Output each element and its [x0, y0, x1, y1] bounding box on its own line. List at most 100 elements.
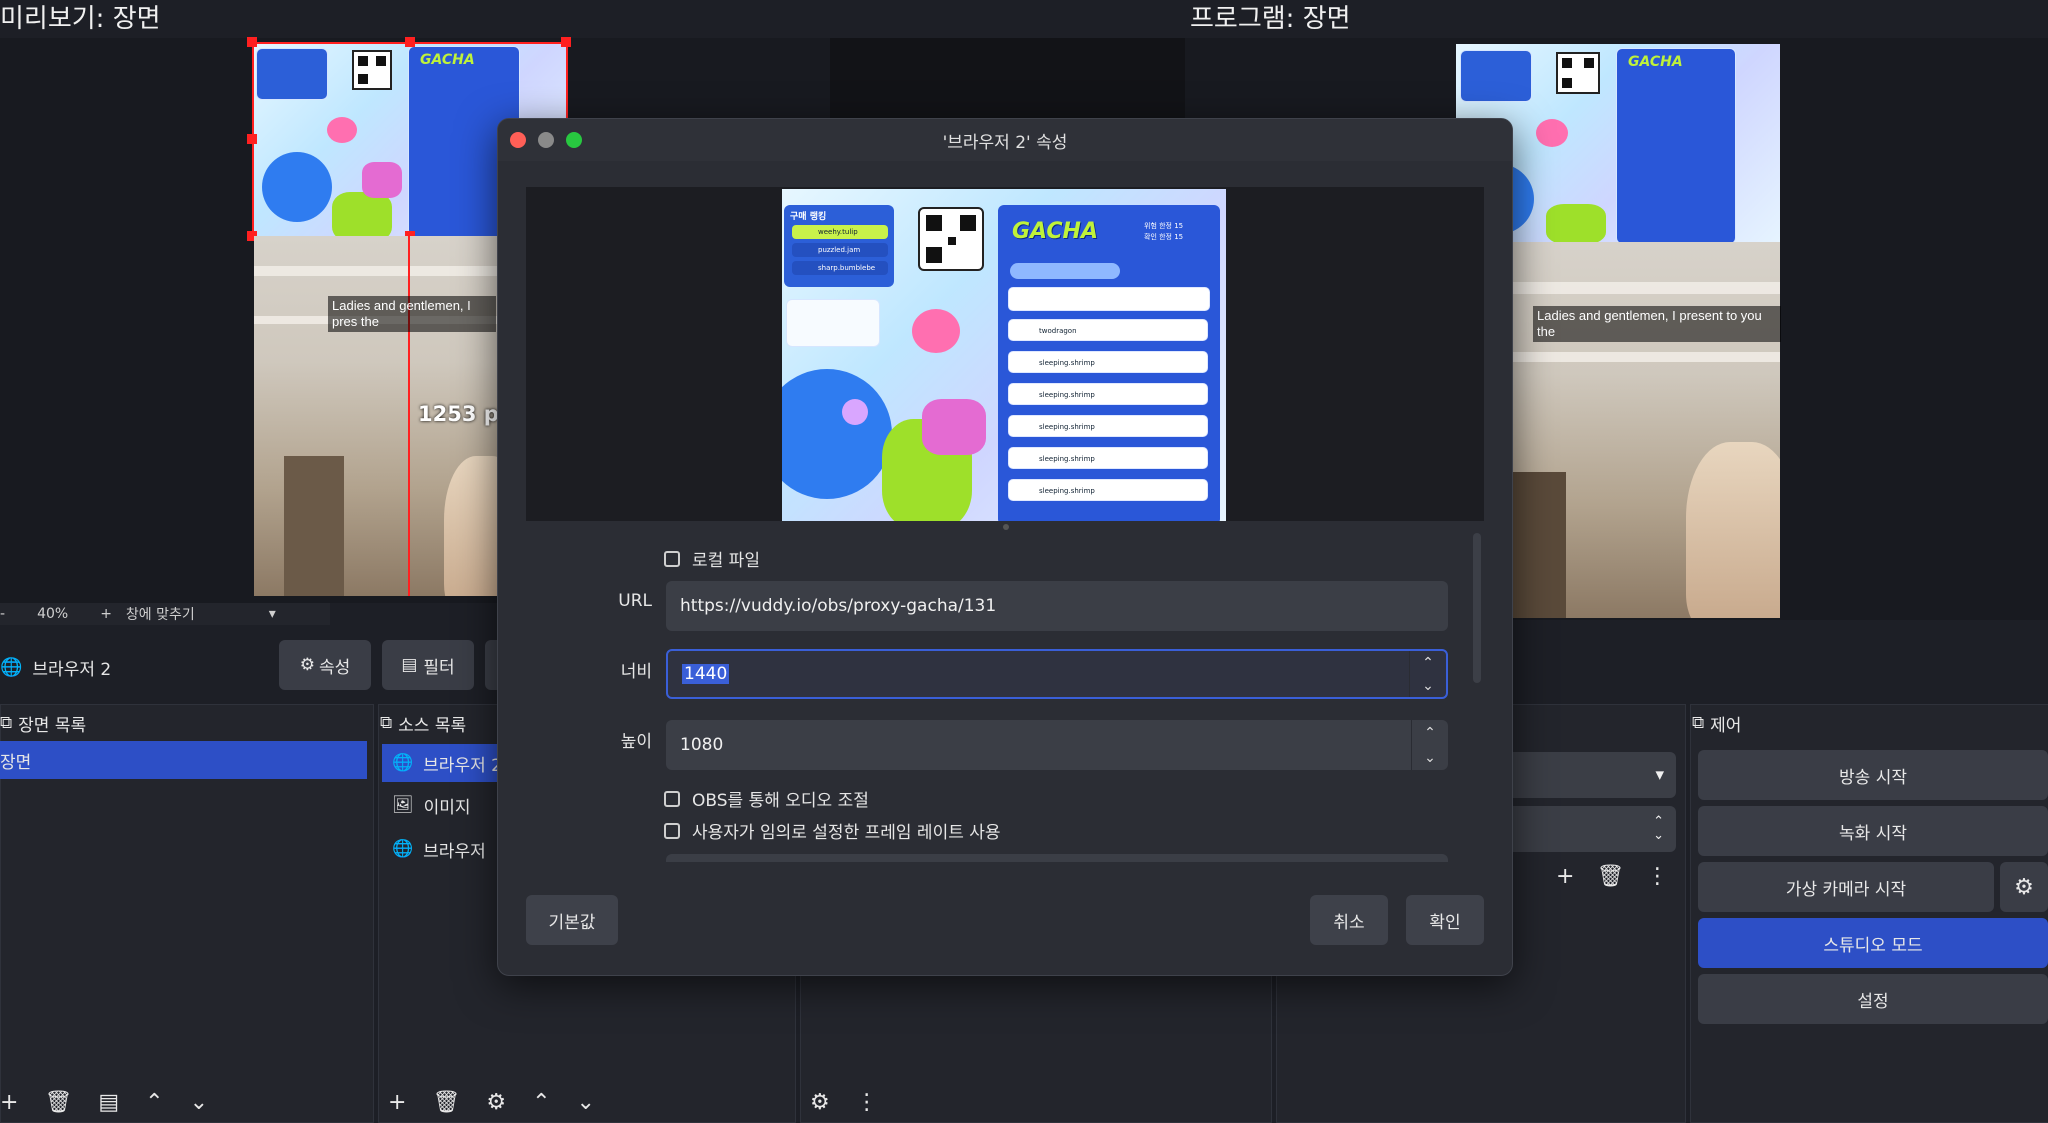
gacha-row: twodragon: [1008, 319, 1208, 341]
program-title: 프로그램: 장면: [1190, 4, 1351, 34]
dock-icon: ⧉: [0, 713, 13, 733]
gear-icon[interactable]: ⚙: [486, 1090, 506, 1115]
add-icon[interactable]: +: [388, 1090, 406, 1115]
audio-option[interactable]: OBS를 통해 오디오 조절: [664, 786, 869, 811]
height-label: 높이: [620, 732, 652, 752]
width-value: 1440: [682, 664, 730, 684]
globe-icon: 🌐: [0, 656, 23, 678]
chevron-down-icon: ▾: [1655, 765, 1664, 785]
add-icon[interactable]: +: [1556, 864, 1574, 889]
trash-icon[interactable]: 🗑: [432, 1090, 460, 1115]
more-icon[interactable]: ⋮: [1646, 864, 1668, 889]
program-gacha-logo: GACHA: [1628, 54, 1683, 70]
dialog-titlebar: '브라우저 2' 속성: [498, 119, 1512, 161]
start-virtualcam-button[interactable]: 가상 카메라 시작: [1698, 862, 1994, 912]
filters-label: 필터: [423, 657, 455, 678]
minimize-icon[interactable]: [538, 132, 554, 148]
close-icon[interactable]: [510, 132, 526, 148]
chevron-up-icon[interactable]: ⌃: [1422, 655, 1434, 671]
dialog-scrollbar[interactable]: [1473, 533, 1481, 683]
filters-button[interactable]: ▤ 필터: [382, 640, 474, 690]
program-caption: Ladies and gentlemen, I present to you t…: [1533, 306, 1781, 342]
fit-window-select[interactable]: 창에 맞추기: [126, 604, 195, 624]
gacha-row: sleeping.shrimp: [1008, 351, 1208, 373]
context-source: 🌐 브라우저 2: [0, 652, 111, 682]
start-record-button[interactable]: 녹화 시작: [1698, 806, 2048, 856]
chevron-down-icon[interactable]: ▾: [269, 606, 276, 622]
properties-label: 속성: [318, 657, 351, 678]
context-source-name: 브라우저 2: [32, 659, 112, 680]
globe-icon: 🌐: [392, 753, 414, 773]
width-stepper[interactable]: ⌃ ⌄: [1409, 651, 1446, 697]
height-stepper[interactable]: ⌃ ⌄: [1411, 720, 1448, 770]
dock-icon: ⧉: [1692, 713, 1705, 733]
chevron-down-icon[interactable]: ⌄: [1422, 678, 1434, 694]
chevron-up-icon[interactable]: ⌃: [532, 1090, 550, 1115]
defaults-button[interactable]: 기본값: [526, 895, 618, 945]
chevron-down-icon[interactable]: ⌄: [577, 1090, 595, 1115]
properties-button[interactable]: ⚙ 속성: [279, 640, 371, 690]
ranking-user: weehy.tulip: [792, 225, 888, 239]
add-icon[interactable]: +: [0, 1090, 18, 1115]
chevron-up-icon[interactable]: ⌃: [145, 1090, 163, 1115]
preview-caption: Ladies and gentlemen, I pres the: [328, 296, 496, 332]
preview-title: 미리보기: 장면: [0, 4, 161, 34]
transitions-toolbar: + 🗑 ⋮: [1556, 864, 1668, 889]
zoom-icon[interactable]: [566, 132, 582, 148]
chevron-up-icon[interactable]: ⌃: [1424, 725, 1436, 741]
scenes-dock-title: ⧉ 장면 목록: [0, 708, 86, 738]
audio-label: OBS를 통해 오디오 조절: [692, 791, 869, 811]
gear-icon: ⚙: [2014, 874, 2034, 900]
source-item[interactable]: 🌐 브라우저 2: [382, 744, 512, 782]
cancel-button[interactable]: 취소: [1310, 895, 1388, 945]
scene-item[interactable]: 장면: [0, 741, 367, 779]
trash-icon[interactable]: 🗑: [1596, 864, 1624, 889]
local-file-option[interactable]: 로컬 파일: [664, 546, 760, 571]
sources-dock-title: ⧉ 소스 목록: [380, 708, 466, 738]
fps-option[interactable]: 사용자가 임의로 설정한 프레임 레이트 사용: [664, 818, 1001, 843]
transition-select[interactable]: ▾: [1500, 752, 1676, 798]
fps-label: 사용자가 임의로 설정한 프레임 레이트 사용: [692, 823, 1001, 843]
settings-button[interactable]: 설정: [1698, 974, 2048, 1024]
local-file-checkbox[interactable]: [664, 550, 680, 567]
sources-toolbar: + 🗑 ⚙ ⌃ ⌄: [388, 1086, 628, 1118]
ranking-user: sharp.bumblebe: [792, 261, 888, 275]
trash-icon[interactable]: 🗑: [44, 1090, 72, 1115]
chevron-down-icon[interactable]: ⌄: [1424, 750, 1436, 766]
studio-mode-button[interactable]: 스튜디오 모드: [1698, 918, 2048, 968]
url-label: URL: [618, 591, 652, 611]
fps-checkbox[interactable]: [664, 822, 680, 839]
source-item-label: 이미지: [423, 797, 471, 818]
controls-dock-title: ⧉ 제어: [1692, 708, 1741, 738]
width-field[interactable]: 1440 ⌃ ⌄: [666, 649, 1448, 699]
dialog-title: '브라우저 2' 속성: [942, 132, 1068, 153]
dialog-preview-image: 구매 랭킹 weehy.tulip puzzled.jam sharp.bumb…: [782, 189, 1226, 521]
gear-icon[interactable]: ⚙: [810, 1086, 830, 1118]
virtualcam-settings-button[interactable]: ⚙: [2000, 862, 2048, 912]
ok-button[interactable]: 확인: [1406, 895, 1484, 945]
chevron-down-icon[interactable]: ⌄: [190, 1090, 208, 1115]
start-stream-button[interactable]: 방송 시작: [1698, 750, 2048, 800]
mixer-toolbar: ⚙ ⋮: [810, 1086, 878, 1118]
ranking-title: 구매 랭킹: [790, 212, 827, 222]
source-item[interactable]: 🖼 이미지: [392, 790, 471, 820]
zoom-in-button[interactable]: +: [100, 606, 112, 622]
transition-duration[interactable]: ⌃ ⌄: [1500, 806, 1676, 852]
gacha-search: [1010, 263, 1120, 279]
zoom-level: 40%: [37, 606, 69, 622]
gacha-row: sleeping.shrimp: [1008, 447, 1208, 469]
properties-dialog: '브라우저 2' 속성 구매 랭킹 weehy.tulip puzzled.ja…: [497, 118, 1513, 976]
audio-checkbox[interactable]: [664, 790, 680, 807]
scenes-toolbar: + 🗑 ▤ ⌃ ⌄: [0, 1086, 372, 1118]
filter-icon[interactable]: ▤: [98, 1090, 119, 1115]
url-field[interactable]: https://vuddy.io/obs/proxy-gacha/131: [666, 581, 1448, 631]
gacha-info-line: 위험 한정 15: [1144, 222, 1184, 230]
scene-item-label: 장면: [0, 752, 32, 773]
next-field-partial: [666, 854, 1448, 862]
splitter-handle[interactable]: [1003, 524, 1009, 530]
zoom-out-button[interactable]: -: [0, 606, 5, 622]
source-item[interactable]: 🌐 브라우저: [392, 834, 486, 864]
more-icon[interactable]: ⋮: [856, 1086, 878, 1118]
gacha-row: sleeping.shrimp: [1008, 415, 1208, 437]
height-field[interactable]: 1080 ⌃ ⌄: [666, 720, 1448, 770]
